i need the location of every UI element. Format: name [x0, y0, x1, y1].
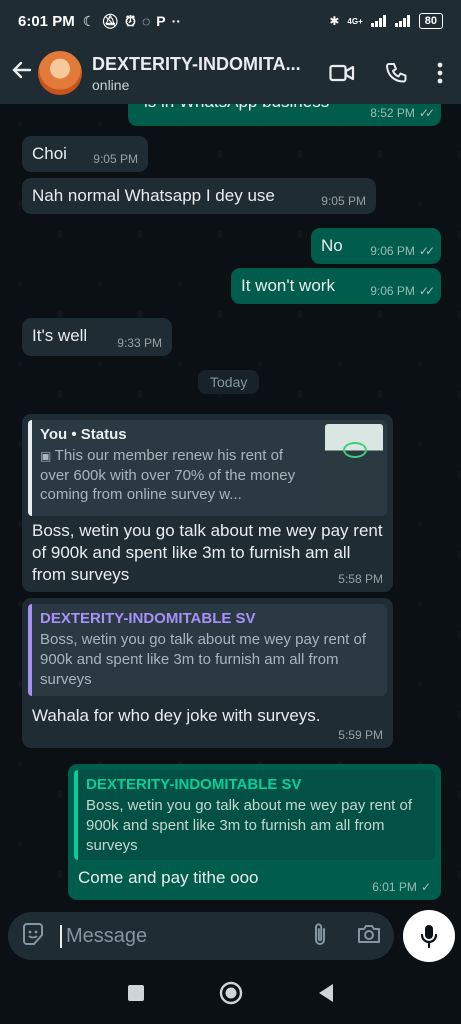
double-check-icon: ✓✓: [418, 284, 435, 298]
message-bubble-outgoing[interactable]: DEXTERITY-INDOMITABLE SV Boss, wetin you…: [68, 764, 441, 900]
message-time: 5:59 PM: [338, 728, 383, 742]
message-bubble-incoming[interactable]: You • Status ▣ This our member renew his…: [22, 414, 393, 592]
double-check-icon: ✓✓: [418, 244, 435, 258]
message-bubble-incoming[interactable]: Nah normal Whatsapp I dey use 9:05 PM: [22, 178, 376, 214]
message-text: No: [321, 236, 343, 255]
message-time: 6:01 PM: [372, 880, 417, 894]
message-text: is in WhatsApp business: [144, 104, 329, 112]
status-bar: 6:01 PM ☾ 🔕︎ ⏰︎ ◌ P ·· ✱ 4G+ 80: [0, 0, 461, 42]
back-arrow-icon[interactable]: [10, 59, 36, 88]
quote-author: You • Status: [40, 426, 127, 443]
message-time: 9:05 PM: [321, 194, 366, 208]
alarm-icon: ⏰︎: [125, 12, 136, 29]
system-nav-bar: [0, 966, 461, 1024]
message-time: 9:06 PM: [370, 284, 415, 298]
signal-icon: [370, 15, 386, 27]
quote-accent-bar: [28, 604, 32, 696]
double-check-icon: ✓✓: [418, 106, 435, 120]
message-bubble-outgoing[interactable]: No 9:06 PM ✓✓: [311, 228, 441, 264]
voice-call-icon[interactable]: [385, 62, 407, 84]
quote-text: Boss, wetin you go talk about me wey pay…: [40, 631, 367, 688]
menu-more-icon[interactable]: [437, 62, 443, 84]
message-text: It won't work: [241, 276, 335, 295]
bluetooth-icon: ✱: [329, 14, 340, 28]
message-meta: 8:52 PM ✓✓: [370, 106, 435, 120]
message-time: 9:06 PM: [370, 244, 415, 258]
whatsapp-icon: ◌: [141, 12, 151, 29]
message-input[interactable]: Message: [60, 924, 147, 948]
message-text: It's well: [32, 326, 88, 345]
message-text: Nah normal Whatsapp I dey use: [32, 186, 275, 205]
chat-header: DEXTERITY-INDOMITA... online: [0, 42, 461, 104]
quoted-message[interactable]: DEXTERITY-INDOMITABLE SV Boss, wetin you…: [74, 770, 435, 860]
sticker-icon[interactable]: [20, 921, 46, 952]
recent-apps-button[interactable]: [127, 984, 145, 1007]
quoted-message[interactable]: DEXTERITY-INDOMITABLE SV Boss, wetin you…: [28, 604, 387, 696]
message-text: Wahala for who dey joke with surveys.: [32, 706, 321, 725]
message-bubble-incoming[interactable]: It's well 9:33 PM: [22, 318, 172, 356]
contact-status: online: [92, 76, 130, 93]
quote-text-body: This our member renew his rent of over 6…: [40, 447, 296, 503]
mute-icon: 🔕︎: [101, 12, 120, 29]
quote-author: DEXTERITY-INDOMITABLE SV: [40, 610, 256, 627]
message-time: 8:52 PM: [370, 106, 415, 120]
contact-info[interactable]: DEXTERITY-INDOMITA... online: [92, 54, 301, 93]
single-check-icon: ✓: [420, 880, 431, 894]
quote-accent-bar: [74, 770, 78, 860]
attach-icon[interactable]: [312, 921, 328, 952]
message-time: 9:05 PM: [93, 152, 138, 166]
voice-record-button[interactable]: [403, 910, 455, 962]
network-label: 4G+: [347, 16, 363, 26]
battery-indicator: 80: [418, 13, 443, 29]
message-bubble-outgoing[interactable]: It won't work 9:06 PM ✓✓: [231, 268, 441, 304]
message-bubble-outgoing[interactable]: is in WhatsApp business 8:52 PM ✓✓: [128, 104, 441, 126]
message-bubble-incoming[interactable]: Choi 9:05 PM: [22, 136, 148, 172]
chat-area[interactable]: is in WhatsApp business 8:52 PM ✓✓ Choi …: [0, 104, 461, 910]
message-meta: 9:06 PM ✓✓: [370, 244, 435, 258]
quote-text: ▣ This our member renew his rent of over…: [40, 446, 315, 504]
message-meta: 6:01 PM ✓: [372, 880, 431, 894]
message-time: 5:58 PM: [338, 572, 383, 586]
status-time: 6:01 PM: [18, 12, 75, 30]
quote-author: DEXTERITY-INDOMITABLE SV: [86, 776, 302, 793]
quoted-status-reply[interactable]: You • Status ▣ This our member renew his…: [28, 420, 387, 516]
back-button[interactable]: [317, 983, 335, 1008]
status-icons: ☾ 🔕︎ ⏰︎ ◌ P ··: [83, 13, 181, 30]
p-icon: P: [156, 12, 166, 29]
more-dots-icon: ··: [171, 12, 181, 29]
signal-icon-2: [394, 15, 410, 27]
message-time: 9:33 PM: [117, 336, 162, 350]
message-composer[interactable]: Message: [8, 912, 394, 960]
contact-avatar[interactable]: [38, 51, 82, 95]
message-meta: 9:06 PM ✓✓: [370, 284, 435, 298]
video-call-icon[interactable]: [329, 63, 355, 83]
contact-name: DEXTERITY-INDOMITA...: [92, 53, 301, 74]
quote-text: Boss, wetin you go talk about me wey pay…: [86, 797, 413, 854]
date-divider: Today: [198, 370, 260, 394]
home-button[interactable]: [218, 980, 244, 1011]
microphone-icon: [420, 925, 438, 949]
message-text: Choi: [32, 144, 67, 163]
message-bubble-incoming[interactable]: DEXTERITY-INDOMITABLE SV Boss, wetin you…: [22, 598, 393, 748]
camera-icon[interactable]: [356, 923, 382, 950]
quote-accent-bar: [28, 420, 32, 516]
moon-icon: ☾: [82, 12, 96, 29]
image-icon: ▣: [40, 449, 55, 463]
status-thumbnail: [325, 424, 383, 512]
